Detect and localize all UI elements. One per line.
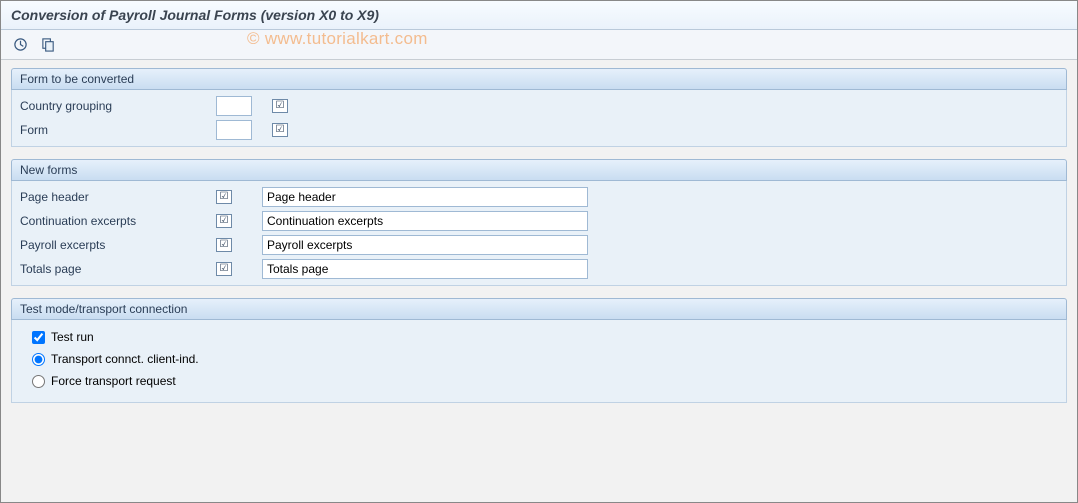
form-label: Form: [20, 123, 210, 137]
force-transport-label: Force transport request: [51, 374, 176, 388]
execute-button[interactable]: [9, 35, 31, 55]
country-grouping-label: Country grouping: [20, 99, 210, 113]
country-grouping-input[interactable]: [216, 96, 252, 116]
form-valuehelp-icon[interactable]: ☑: [272, 123, 288, 137]
continuation-excerpts-valuehelp-icon[interactable]: ☑: [216, 214, 232, 228]
row-test-run: Test run: [12, 326, 1066, 348]
form-input[interactable]: [216, 120, 252, 140]
group-header: Test mode/transport connection: [11, 298, 1067, 320]
page-title: Conversion of Payroll Journal Forms (ver…: [1, 1, 1077, 30]
country-grouping-valuehelp-icon[interactable]: ☑: [272, 99, 288, 113]
payroll-excerpts-label: Payroll excerpts: [20, 238, 210, 252]
totals-page-label: Totals page: [20, 262, 210, 276]
group-new-forms: New forms Page header ☑ Continuation exc…: [11, 159, 1067, 286]
payroll-excerpts-input[interactable]: [262, 235, 588, 255]
continuation-excerpts-input[interactable]: [262, 211, 588, 231]
transport-client-ind-radio[interactable]: [32, 353, 45, 366]
transport-client-ind-label: Transport connct. client-ind.: [51, 352, 199, 366]
totals-page-valuehelp-icon[interactable]: ☑: [216, 262, 232, 276]
row-page-header: Page header ☑: [12, 185, 1066, 209]
totals-page-input[interactable]: [262, 259, 588, 279]
group-form-to-be-converted: Form to be converted Country grouping ☑ …: [11, 68, 1067, 147]
row-totals-page: Totals page ☑: [12, 257, 1066, 281]
group-header: Form to be converted: [11, 68, 1067, 90]
toolbar: [1, 30, 1077, 60]
continuation-excerpts-label: Continuation excerpts: [20, 214, 210, 228]
row-continuation-excerpts: Continuation excerpts ☑: [12, 209, 1066, 233]
content-area: Form to be converted Country grouping ☑ …: [1, 60, 1077, 423]
page-header-input[interactable]: [262, 187, 588, 207]
group-header: New forms: [11, 159, 1067, 181]
payroll-excerpts-valuehelp-icon[interactable]: ☑: [216, 238, 232, 252]
row-force-transport: Force transport request: [12, 370, 1066, 392]
page-header-valuehelp-icon[interactable]: ☑: [216, 190, 232, 204]
variant-icon: [41, 37, 56, 52]
row-payroll-excerpts: Payroll excerpts ☑: [12, 233, 1066, 257]
get-variant-button[interactable]: [37, 35, 59, 55]
row-country-grouping: Country grouping ☑: [12, 94, 1066, 118]
group-body: Test run Transport connct. client-ind. F…: [11, 320, 1067, 403]
row-form: Form ☑: [12, 118, 1066, 142]
force-transport-radio[interactable]: [32, 375, 45, 388]
clock-execute-icon: [13, 37, 28, 52]
page-header-label: Page header: [20, 190, 210, 204]
group-body: Country grouping ☑ Form ☑: [11, 90, 1067, 147]
test-run-label: Test run: [51, 330, 94, 344]
test-run-checkbox[interactable]: [32, 331, 45, 344]
group-test-mode: Test mode/transport connection Test run …: [11, 298, 1067, 403]
row-transport-client-ind: Transport connct. client-ind.: [12, 348, 1066, 370]
group-body: Page header ☑ Continuation excerpts ☑ Pa…: [11, 181, 1067, 286]
